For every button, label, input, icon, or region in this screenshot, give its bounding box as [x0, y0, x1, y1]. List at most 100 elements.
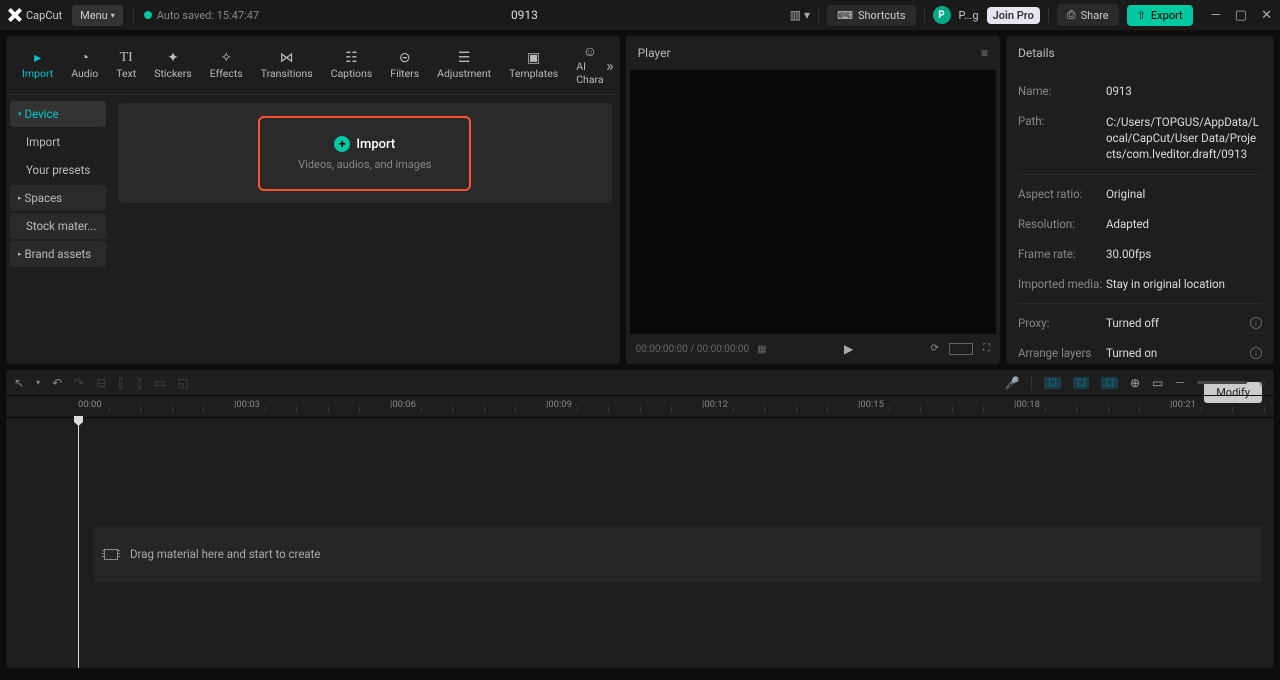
crop-button[interactable]: ◱ — [178, 376, 189, 390]
layout-icon[interactable]: ▥ ▾ — [790, 8, 810, 22]
timeline-tracks[interactable]: Drag material here and start to create — [6, 418, 1274, 668]
ruler-mark: |00:09 — [546, 399, 572, 410]
tab-effects[interactable]: ✧Effects — [202, 47, 251, 84]
tab-stickers[interactable]: ✦Stickers — [146, 47, 199, 84]
timeline-panel: ↖ ▾ ↶ ↷ ⊟ ⟦ ⟧ ▭ ◱ 🎤 ⬚ ⬚ ⬚ ⊕ ▭ — ○ 00:00|… — [6, 370, 1274, 668]
player-grid-icon[interactable]: ▦ — [757, 344, 766, 355]
sidebar-stock[interactable]: Stock mater... — [10, 213, 106, 239]
player-panel: Player ≡ 00:00:00:00 / 00:00:00:00 ▦ ▶ ⟳… — [626, 36, 1000, 364]
share-button[interactable]: ⎙ Share — [1057, 4, 1119, 26]
sidebar-brand[interactable]: ▸Brand assets — [10, 241, 106, 267]
export-button[interactable]: ⇧ Export — [1127, 5, 1193, 26]
import-icon: ▸ — [29, 51, 47, 65]
zoom-slider[interactable] — [1197, 381, 1247, 384]
label-resolution: Resolution: — [1018, 217, 1106, 231]
chevron-down-icon: ▾ — [111, 11, 115, 20]
label-proxy: Proxy: — [1018, 316, 1106, 330]
value-arrange: Turned on — [1106, 346, 1157, 360]
sidebar-presets[interactable]: Your presets — [10, 157, 106, 183]
cursor-dropdown[interactable]: ▾ — [36, 378, 40, 387]
tabs-more-button[interactable]: » — [606, 56, 614, 75]
user-avatar[interactable]: P — [933, 6, 951, 24]
transitions-icon: ⋈ — [278, 51, 296, 65]
value-resolution: Adapted — [1106, 217, 1262, 231]
cursor-tool[interactable]: ↖ — [14, 376, 24, 390]
playhead[interactable] — [78, 418, 79, 668]
timeline-toolbar: ↖ ▾ ↶ ↷ ⊟ ⟦ ⟧ ▭ ◱ 🎤 ⬚ ⬚ ⬚ ⊕ ▭ — ○ — [6, 370, 1274, 396]
details-title: Details — [1018, 46, 1055, 60]
mic-button[interactable]: 🎤 — [1004, 376, 1019, 390]
align-button[interactable]: ⊕ — [1130, 376, 1140, 390]
ai-icon: ☺ — [581, 44, 599, 58]
export-icon: ⇧ — [1137, 9, 1146, 22]
preview-button[interactable]: ▭ — [1152, 376, 1163, 390]
value-path: C:/Users/TOPGUS/AppData/Local/CapCut/Use… — [1106, 114, 1262, 162]
tab-text[interactable]: TIText — [108, 47, 144, 84]
player-timecode: 00:00:00:00 / 00:00:00:00 — [636, 344, 750, 355]
minimize-button[interactable]: — — [1211, 8, 1221, 23]
player-menu-icon[interactable]: ≡ — [981, 46, 988, 60]
text-icon: TI — [117, 51, 135, 65]
tab-import[interactable]: ▸Import — [14, 47, 61, 84]
undo-button[interactable]: ↶ — [52, 376, 62, 390]
ruler-mark: |00:21 — [1170, 399, 1196, 410]
tab-transitions[interactable]: ⋈Transitions — [253, 47, 321, 84]
player-viewport — [630, 70, 996, 334]
film-icon — [104, 549, 118, 560]
import-subtitle: Videos, audios, and images — [298, 158, 431, 171]
tab-adjustment[interactable]: ☰Adjustment — [429, 47, 499, 84]
value-name: 0913 — [1106, 84, 1262, 98]
close-button[interactable]: ✕ — [1261, 8, 1272, 23]
scan-icon[interactable]: ⟳ — [931, 343, 939, 355]
shortcuts-button[interactable]: ⌨ Shortcuts — [827, 5, 915, 26]
fullscreen-icon[interactable]: ⛶ — [983, 343, 990, 355]
value-imported: Stay in original location — [1106, 277, 1262, 291]
tab-templates[interactable]: ▣Templates — [501, 47, 566, 84]
player-controls: 00:00:00:00 / 00:00:00:00 ▦ ▶ ⟳ ⛶ — [626, 334, 1000, 364]
autosave-status: Auto saved: 15:47:47 — [144, 9, 259, 22]
capcut-icon — [8, 8, 22, 22]
adjustment-icon: ☰ — [455, 51, 473, 65]
filters-icon: ⊝ — [396, 51, 414, 65]
play-button[interactable]: ▶ — [844, 342, 853, 356]
stickers-icon: ✦ — [164, 51, 182, 65]
join-pro-button[interactable]: Join Pro — [987, 7, 1040, 24]
timeline-ruler[interactable]: 00:00|00:03|00:06|00:09|00:12|00:15|00:1… — [6, 396, 1274, 418]
snap-a-toggle[interactable]: ⬚ — [1044, 377, 1061, 389]
info-icon[interactable]: i — [1250, 347, 1262, 359]
info-icon[interactable]: i — [1250, 317, 1262, 329]
snap-b-toggle[interactable]: ⬚ — [1073, 377, 1090, 389]
tab-audio[interactable]: ◔Audio — [63, 47, 106, 84]
redo-button[interactable]: ↷ — [74, 376, 84, 390]
snap-c-toggle[interactable]: ⬚ — [1101, 377, 1118, 389]
label-path: Path: — [1018, 114, 1106, 162]
zoom-out-button[interactable]: — — [1175, 376, 1184, 390]
cut-left-button[interactable]: ⟦ — [118, 376, 124, 390]
menu-button[interactable]: Menu ▾ — [72, 5, 123, 26]
sidebar-import[interactable]: Import — [10, 129, 106, 155]
keyboard-icon: ⌨ — [837, 9, 853, 22]
plus-icon: + — [334, 136, 350, 152]
saved-dot-icon — [144, 11, 152, 19]
maximize-button[interactable]: ▢ — [1235, 8, 1247, 23]
player-title: Player — [638, 46, 671, 60]
ruler-mark: |00:06 — [390, 399, 416, 410]
import-dropzone[interactable]: +Import Videos, audios, and images — [118, 103, 612, 203]
tab-filters[interactable]: ⊝Filters — [382, 47, 427, 84]
media-tabs: ▸Import ◔Audio TIText ✦Stickers ✧Effects… — [6, 36, 620, 95]
sidebar-device[interactable]: ▾Device — [10, 101, 106, 127]
delete-button[interactable]: ▭ — [154, 376, 165, 390]
media-sidebar: ▾Device Import Your presets ▸Spaces Stoc… — [6, 95, 110, 364]
ratio-icon[interactable] — [949, 343, 973, 355]
ruler-mark: |00:03 — [234, 399, 260, 410]
tab-captions[interactable]: ☷Captions — [323, 47, 381, 84]
app-logo: CapCut — [8, 8, 62, 22]
value-proxy: Turned off — [1106, 316, 1159, 330]
zoom-in-button[interactable]: ○ — [1259, 376, 1266, 390]
tab-ai[interactable]: ☺AI Chara — [568, 40, 611, 90]
media-panel: ▸Import ◔Audio TIText ✦Stickers ✧Effects… — [6, 36, 620, 364]
cut-right-button[interactable]: ⟧ — [136, 376, 142, 390]
sidebar-spaces[interactable]: ▸Spaces — [10, 185, 106, 211]
captions-icon: ☷ — [342, 51, 360, 65]
split-button[interactable]: ⊟ — [96, 376, 106, 390]
